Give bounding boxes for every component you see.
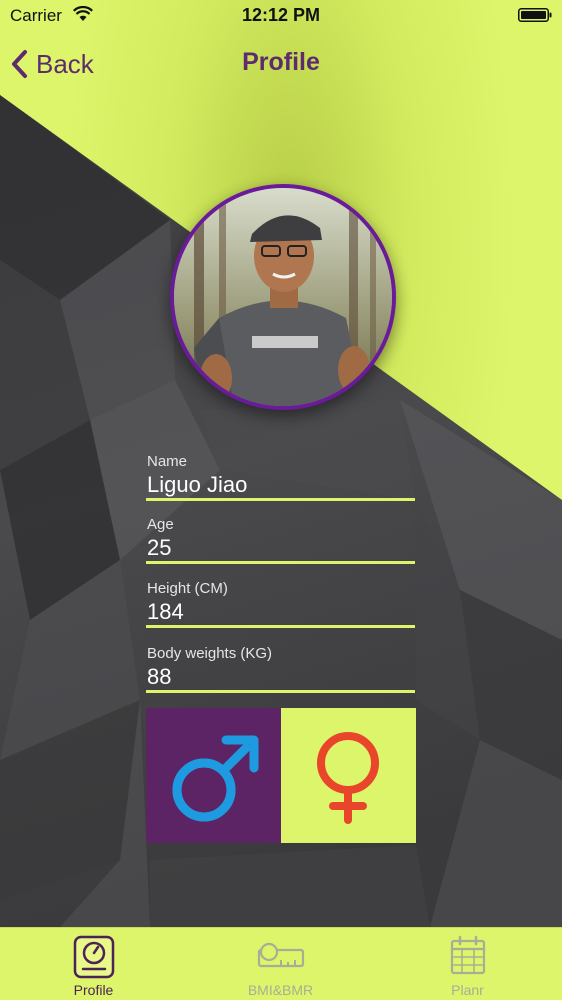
tab-planr-label: Planr bbox=[451, 982, 484, 998]
male-symbol-icon bbox=[172, 735, 259, 822]
female-symbol-icon bbox=[317, 732, 379, 824]
height-input[interactable] bbox=[146, 598, 415, 628]
height-label: Height (CM) bbox=[147, 580, 228, 597]
age-label: Age bbox=[147, 516, 174, 533]
clock: 12:12 PM bbox=[241, 5, 321, 25]
weight-field: Body weights (KG) bbox=[146, 645, 415, 693]
name-field: Name bbox=[146, 453, 415, 501]
weight-input[interactable] bbox=[146, 663, 415, 693]
calendar-icon bbox=[450, 935, 485, 975]
name-label: Name bbox=[147, 453, 188, 470]
tab-bmi-bmr[interactable]: BMI&BMR bbox=[187, 928, 374, 1000]
tab-planr[interactable]: Planr bbox=[374, 928, 561, 1000]
back-label: Back bbox=[36, 48, 94, 79]
name-input[interactable] bbox=[146, 471, 415, 501]
back-button[interactable]: Back bbox=[10, 44, 94, 84]
avatar-photo bbox=[174, 188, 392, 406]
tab-bmi-bmr-label: BMI&BMR bbox=[247, 982, 314, 998]
measuring-tape-icon bbox=[257, 942, 304, 968]
height-field: Height (CM) bbox=[146, 580, 415, 628]
tab-profile[interactable]: Profile bbox=[0, 928, 187, 1000]
tab-bar: Profile BMI&BMR Planr bbox=[0, 927, 562, 1000]
battery-icon bbox=[518, 8, 552, 22]
profile-screen: Carrier 12:12 PM Back Profile Name Liguo… bbox=[0, 0, 562, 1000]
gender-female-button[interactable] bbox=[281, 708, 416, 843]
weight-label: Body weights (KG) bbox=[147, 645, 273, 662]
age-input[interactable] bbox=[146, 534, 415, 564]
chevron-left-icon bbox=[12, 50, 27, 78]
age-field: Age bbox=[146, 516, 415, 564]
avatar[interactable] bbox=[170, 184, 396, 410]
status-bar: Carrier 12:12 PM bbox=[0, 0, 562, 32]
navigation-bar: Back Profile bbox=[0, 32, 562, 94]
tab-profile-label: Profile bbox=[73, 982, 114, 998]
scale-icon bbox=[73, 935, 114, 979]
gender-male-button[interactable] bbox=[146, 708, 281, 843]
